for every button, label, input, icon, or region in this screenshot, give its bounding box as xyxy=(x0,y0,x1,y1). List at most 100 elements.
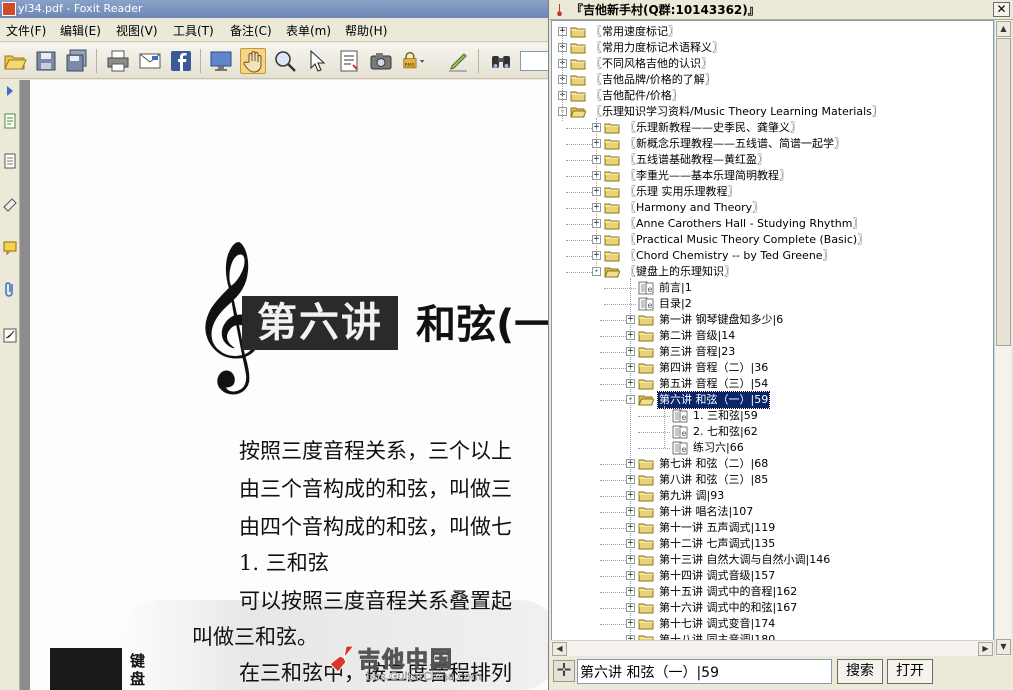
document-icon: e xyxy=(638,281,654,295)
folder-icon xyxy=(604,169,620,183)
menu-help[interactable]: 帮助(H) xyxy=(345,22,387,39)
foxit-title-bar[interactable]: yl34.pdf - Foxit Reader xyxy=(0,0,560,18)
bookmark-tree-window: 『吉他新手村(Q群:10143362)』 ✕ + 〖常用速度标记〗 + 〖常用力度标记… xyxy=(548,0,1013,690)
tree-connector xyxy=(638,416,670,417)
menu-tools[interactable]: 工具(T) xyxy=(173,22,214,39)
menu-form[interactable]: 表单(m) xyxy=(286,22,331,39)
page-text-line: 1. 三和弦 xyxy=(239,551,329,575)
folder-icon xyxy=(604,121,620,135)
text-select-icon[interactable] xyxy=(336,48,362,74)
tree-node-label: 前言|1 xyxy=(659,281,692,294)
scroll-left-arrow[interactable]: ◀ xyxy=(552,642,567,656)
snapshot-camera-icon[interactable] xyxy=(368,48,394,74)
rms-lock-icon[interactable]: RMS xyxy=(400,48,434,74)
foxit-app-icon xyxy=(2,2,16,16)
foxit-side-panel xyxy=(0,80,20,690)
zoom-tool-icon[interactable] xyxy=(272,48,298,74)
tree-node-label: 〖不同风格吉他的认识〗 xyxy=(591,57,712,70)
tree-node-label: 第十一讲 五声调式|119 xyxy=(659,521,776,534)
tree-node-label: 〖吉他品牌/价格的了解〗 xyxy=(591,73,716,86)
layers-panel-icon[interactable] xyxy=(2,194,18,212)
folder-icon xyxy=(570,57,586,71)
menu-comment[interactable]: 备注(C) xyxy=(230,22,272,39)
tree-window-title: 『吉他新手村(Q群:10143362)』 xyxy=(571,3,760,17)
folder-icon xyxy=(638,361,654,375)
print-icon[interactable] xyxy=(105,48,131,74)
folder-icon xyxy=(570,25,586,39)
save-all-icon[interactable] xyxy=(64,48,90,74)
bookmark-panel-icon[interactable] xyxy=(2,152,18,170)
tree-node-label: 第十二讲 七声调式|135 xyxy=(659,537,776,550)
tree-connector xyxy=(596,118,597,272)
hand-tool-icon[interactable] xyxy=(240,48,266,74)
tree-node-label: 〖Anne Carothers Hall - Studying Rhythm〗 xyxy=(625,217,864,230)
open-folder-icon[interactable] xyxy=(2,48,28,74)
tree-node-label: 〖乐理知识学习资料/Music Theory Learning Material… xyxy=(591,105,883,118)
toolbar-separator xyxy=(96,49,97,73)
tree-connector xyxy=(566,160,592,161)
pages-panel-icon[interactable] xyxy=(2,112,18,130)
folder-icon xyxy=(638,473,654,487)
menu-view[interactable]: 视图(V) xyxy=(116,22,158,39)
move-cross-icon[interactable]: ✛ xyxy=(553,660,575,682)
horizontal-scrollbar[interactable]: ◀ ▶ xyxy=(551,640,994,656)
tree-connector xyxy=(600,320,626,321)
folder-icon xyxy=(604,217,620,231)
comments-panel-icon[interactable] xyxy=(2,238,18,256)
tree-connector xyxy=(600,544,626,545)
expand-arrow-icon[interactable] xyxy=(2,82,18,100)
tree-node-label: 〖乐理新教程——史季民、龚肇义〗 xyxy=(625,121,801,134)
document-icon: e xyxy=(672,409,688,423)
page-text-line: 由四个音构成的和弦，叫做七 xyxy=(239,515,512,539)
select-arrow-icon[interactable] xyxy=(303,48,329,74)
tree-connector xyxy=(566,240,592,241)
scroll-down-arrow[interactable]: ▼ xyxy=(996,639,1011,655)
tree-node-label: 〖Practical Music Theory Complete (Basic)… xyxy=(625,233,869,246)
svg-text:e: e xyxy=(648,301,653,310)
email-icon[interactable] xyxy=(137,48,163,74)
foxit-reader-window: yl34.pdf - Foxit Reader 文件(F) 编辑(E) 视图(V… xyxy=(0,0,560,690)
foxit-title-text: yl34.pdf - Foxit Reader xyxy=(18,2,143,15)
attachments-panel-icon[interactable] xyxy=(2,280,18,298)
menu-file[interactable]: 文件(F) xyxy=(6,22,46,39)
page-text-line: 可以按照三度音程关系叠置起 xyxy=(239,589,512,613)
tree-node-label: 2. 七和弦|62 xyxy=(693,425,758,438)
folder-icon xyxy=(638,617,654,631)
scroll-right-arrow[interactable]: ▶ xyxy=(978,642,993,656)
find-binoculars-icon[interactable] xyxy=(488,48,514,74)
folder-icon xyxy=(638,601,654,615)
tree-connector xyxy=(638,432,670,433)
close-button[interactable]: ✕ xyxy=(993,2,1010,17)
signature-panel-icon[interactable] xyxy=(2,326,18,344)
facebook-icon[interactable] xyxy=(168,48,194,74)
tree-node-label: 练习六|66 xyxy=(693,441,744,454)
foxit-toolbar: RMS xyxy=(0,43,560,79)
scroll-up-arrow[interactable]: ▲ xyxy=(996,21,1011,37)
tree-connector xyxy=(600,528,626,529)
search-button[interactable]: 搜索 xyxy=(837,659,883,684)
pdf-page-view[interactable]: 𝄞 第六讲 和弦(一 按照三度音程关系，三个以上 由三个音构成的和弦，叫做三 由… xyxy=(30,80,560,690)
tree-node-label: 第十五讲 调式中的音程|162 xyxy=(659,585,798,598)
folder-icon xyxy=(604,249,620,263)
save-icon[interactable] xyxy=(33,48,59,74)
folder-icon xyxy=(604,153,620,167)
folder-open-icon xyxy=(604,265,621,279)
document-icon: e xyxy=(672,441,688,455)
open-button[interactable]: 打开 xyxy=(887,659,933,684)
vertical-scrollbar[interactable]: ▲ ▼ xyxy=(994,20,1011,656)
tree-connector xyxy=(566,272,592,273)
tree-connector xyxy=(600,384,626,385)
tree-window-title-bar[interactable]: 『吉他新手村(Q群:10143362)』 ✕ xyxy=(549,0,1013,20)
folder-icon xyxy=(604,137,620,151)
guitar-app-icon xyxy=(557,4,562,16)
page-gutter xyxy=(20,80,30,690)
fullscreen-icon[interactable] xyxy=(208,48,234,74)
search-input[interactable] xyxy=(577,659,832,684)
scroll-thumb[interactable] xyxy=(996,38,1011,346)
sign-pen-icon[interactable] xyxy=(446,48,472,74)
tree-node-label: 第五讲 音程（三）|54 xyxy=(659,377,769,390)
tree-view[interactable]: + 〖常用速度标记〗 + 〖常用力度标记术语释义〗 + 〖不同风格吉他的认识〗 + 〖吉他品牌… xyxy=(551,20,994,656)
watermark-guitar-icon xyxy=(329,645,356,673)
page-text-line: 叫做三和弦。 xyxy=(192,625,318,649)
menu-edit[interactable]: 编辑(E) xyxy=(60,22,101,39)
